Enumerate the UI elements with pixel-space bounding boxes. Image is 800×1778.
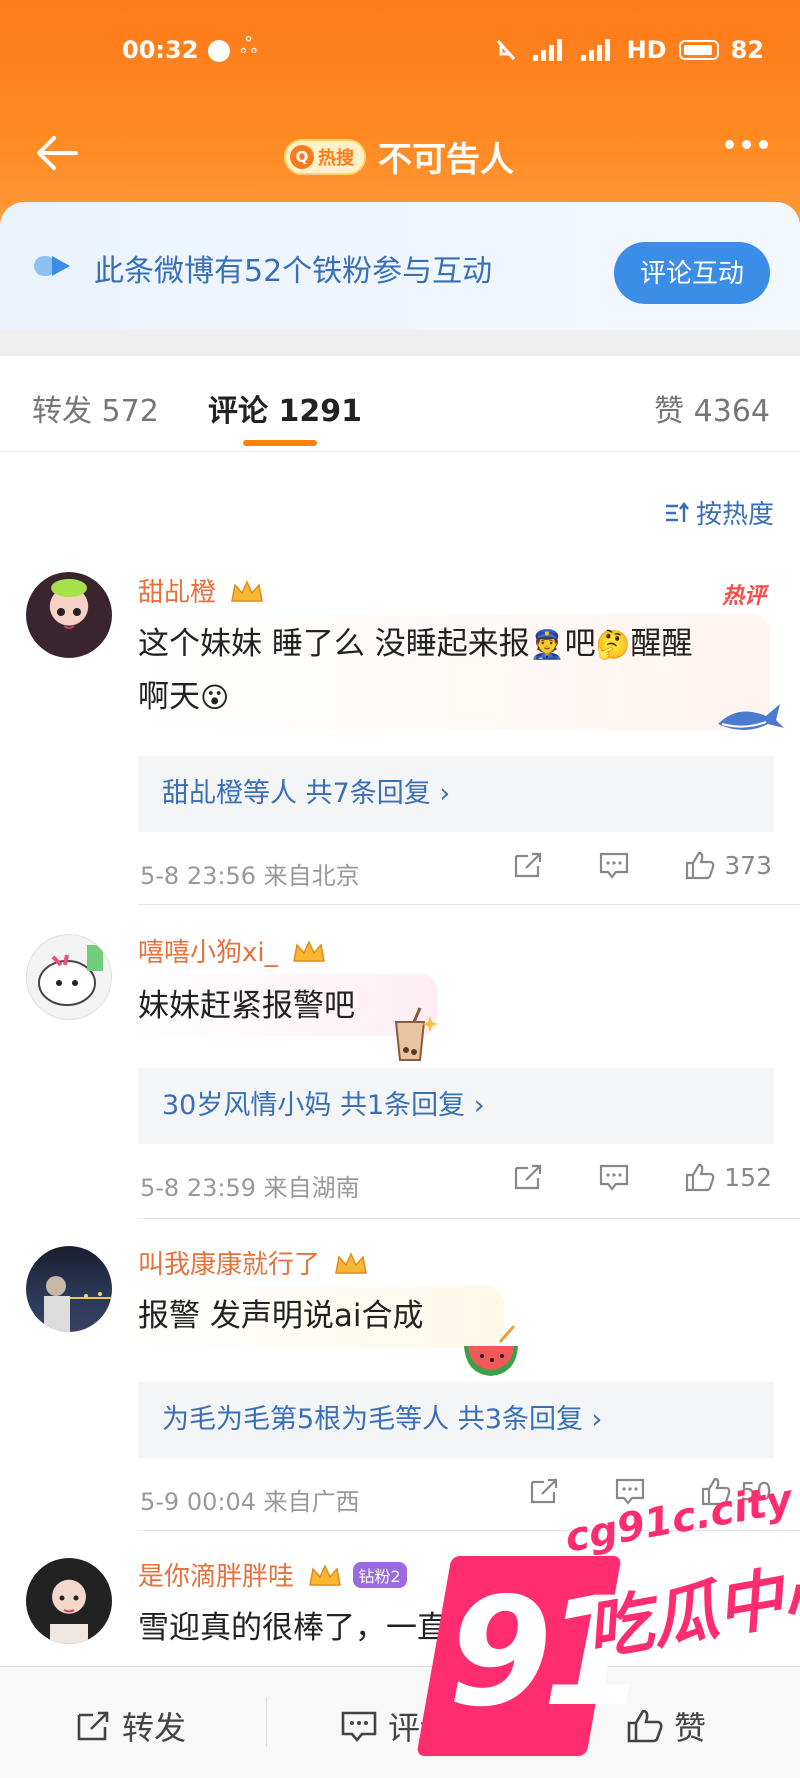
network-label: HD	[626, 36, 667, 64]
thumbs-up-icon	[686, 1163, 715, 1192]
app-notification-icon: ஃ	[240, 34, 258, 59]
watermelon-sticker-icon	[464, 1325, 518, 1376]
comment-text: 报警 发声明说ai合成	[138, 1298, 424, 1334]
comment-divider	[138, 1218, 800, 1219]
reply-summary-link[interactable]: 30岁风情小妈 共1条回复 ›	[138, 1068, 774, 1144]
like-count: 152	[724, 1162, 772, 1192]
avatar-image	[38, 945, 103, 1006]
avatar-image	[51, 579, 87, 629]
battery-icon	[678, 40, 719, 60]
search-icon: Q	[290, 144, 314, 169]
like-count: 373	[724, 850, 772, 880]
hot-comment-badge: 热评	[721, 584, 766, 609]
comment-divider	[138, 904, 800, 905]
fan-interaction-card: 此条微博有52个铁粉参与互动 评论互动	[0, 202, 800, 330]
mute-icon	[496, 40, 515, 60]
avatar[interactable]	[26, 1246, 112, 1332]
signal-icon-2	[580, 39, 610, 61]
comment-text: 这个妹妹 睡了么 没睡起来报👮吧🤔醒醒 啊天😮	[138, 626, 693, 715]
site-watermark: 91 cg91c.city 吃瓜中心	[416, 1476, 800, 1778]
comment-icon[interactable]	[598, 850, 630, 880]
repost-icon	[77, 1711, 109, 1741]
status-bar: 00:32 ஃ HD 82	[0, 28, 800, 78]
back-arrow-icon[interactable]	[32, 130, 82, 176]
vip-crown-icon	[292, 940, 325, 962]
section-divider	[0, 330, 800, 356]
username[interactable]: 嘻嘻小狗xi_	[138, 932, 326, 969]
like-button[interactable]: 152	[684, 1162, 772, 1192]
tabs-row: 转发 572 评论 1291 赞 4364	[0, 356, 800, 452]
repost-button[interactable]: 转发	[74, 1703, 186, 1749]
avatar-image	[44, 1276, 112, 1332]
comment-actions: 373	[512, 850, 772, 880]
status-right-icons: HD 82	[493, 36, 764, 64]
police-emoji-icon: 👮	[529, 628, 565, 661]
tab-reposts[interactable]: 转发 572	[32, 386, 159, 430]
vip-crown-icon	[335, 1252, 368, 1274]
battery-level: 82	[730, 36, 764, 64]
tab-likes[interactable]: 赞 4364	[654, 386, 770, 430]
sort-toggle[interactable]: 按热度	[664, 494, 774, 531]
comment-timestamp: 5-8 23:56 来自北京	[140, 862, 360, 890]
notification-dot-icon	[208, 40, 230, 62]
comment-actions: 152	[512, 1162, 772, 1192]
fan-level-badge: 钻粉2	[352, 1562, 407, 1588]
comment-text: 妹妹赶紧报警吧	[138, 988, 355, 1024]
avatar[interactable]	[26, 1558, 112, 1644]
confused-emoji-icon: 🤔	[595, 628, 631, 661]
username[interactable]: 是你滴胖胖哇 钻粉2	[138, 1556, 407, 1593]
surprised-emoji-icon: 😮	[200, 681, 230, 714]
comment-interact-button[interactable]: 评论互动	[614, 242, 770, 304]
sort-label: 按热度	[695, 500, 774, 530]
nav-title-group: Q 热搜 不可告人	[284, 132, 514, 181]
vip-crown-icon	[231, 580, 264, 602]
fan-badge-icon	[34, 256, 70, 276]
share-icon[interactable]	[512, 850, 544, 880]
sort-icon	[665, 501, 689, 522]
active-tab-indicator	[243, 440, 317, 446]
bottom-separator	[266, 1697, 267, 1747]
avatar[interactable]	[26, 934, 112, 1020]
thumbs-up-icon	[686, 851, 715, 880]
comment-timestamp: 5-8 23:59 来自湖南	[140, 1174, 360, 1202]
hot-search-label: 热搜	[318, 147, 354, 169]
share-icon[interactable]	[512, 1162, 544, 1192]
whale-decoration-icon	[718, 704, 784, 730]
bubble-tea-sticker-icon	[394, 1007, 438, 1061]
comment-icon	[341, 1711, 377, 1743]
comment-icon[interactable]	[598, 1162, 630, 1192]
watermark-name: 吃瓜中心	[580, 1548, 800, 1671]
avatar-image	[50, 1595, 88, 1644]
page-title: 不可告人	[378, 140, 514, 180]
fan-card-text: 此条微博有52个铁粉参与互动	[94, 254, 493, 289]
like-button[interactable]: 373	[684, 850, 772, 880]
username[interactable]: 叫我康康就行了	[138, 1244, 368, 1281]
vip-crown-icon	[309, 1564, 342, 1586]
reply-summary-link[interactable]: 为毛为毛第5根为毛等人 共3条回复 ›	[138, 1382, 774, 1458]
reply-summary-link[interactable]: 甜乩橙等人 共7条回复 ›	[138, 756, 774, 832]
hot-search-badge[interactable]: Q 热搜	[284, 138, 366, 175]
comment-timestamp: 5-9 00:04 来自广西	[140, 1488, 360, 1516]
more-options-icon[interactable]	[725, 140, 768, 149]
avatar[interactable]	[26, 572, 112, 658]
status-time: 00:32	[122, 36, 199, 64]
username[interactable]: 甜乩橙	[138, 572, 264, 609]
repost-label: 转发	[122, 1709, 187, 1747]
signal-icon	[532, 39, 562, 61]
nav-bar: Q 热搜 不可告人	[0, 110, 800, 196]
tab-comments[interactable]: 评论 1291	[208, 386, 362, 430]
